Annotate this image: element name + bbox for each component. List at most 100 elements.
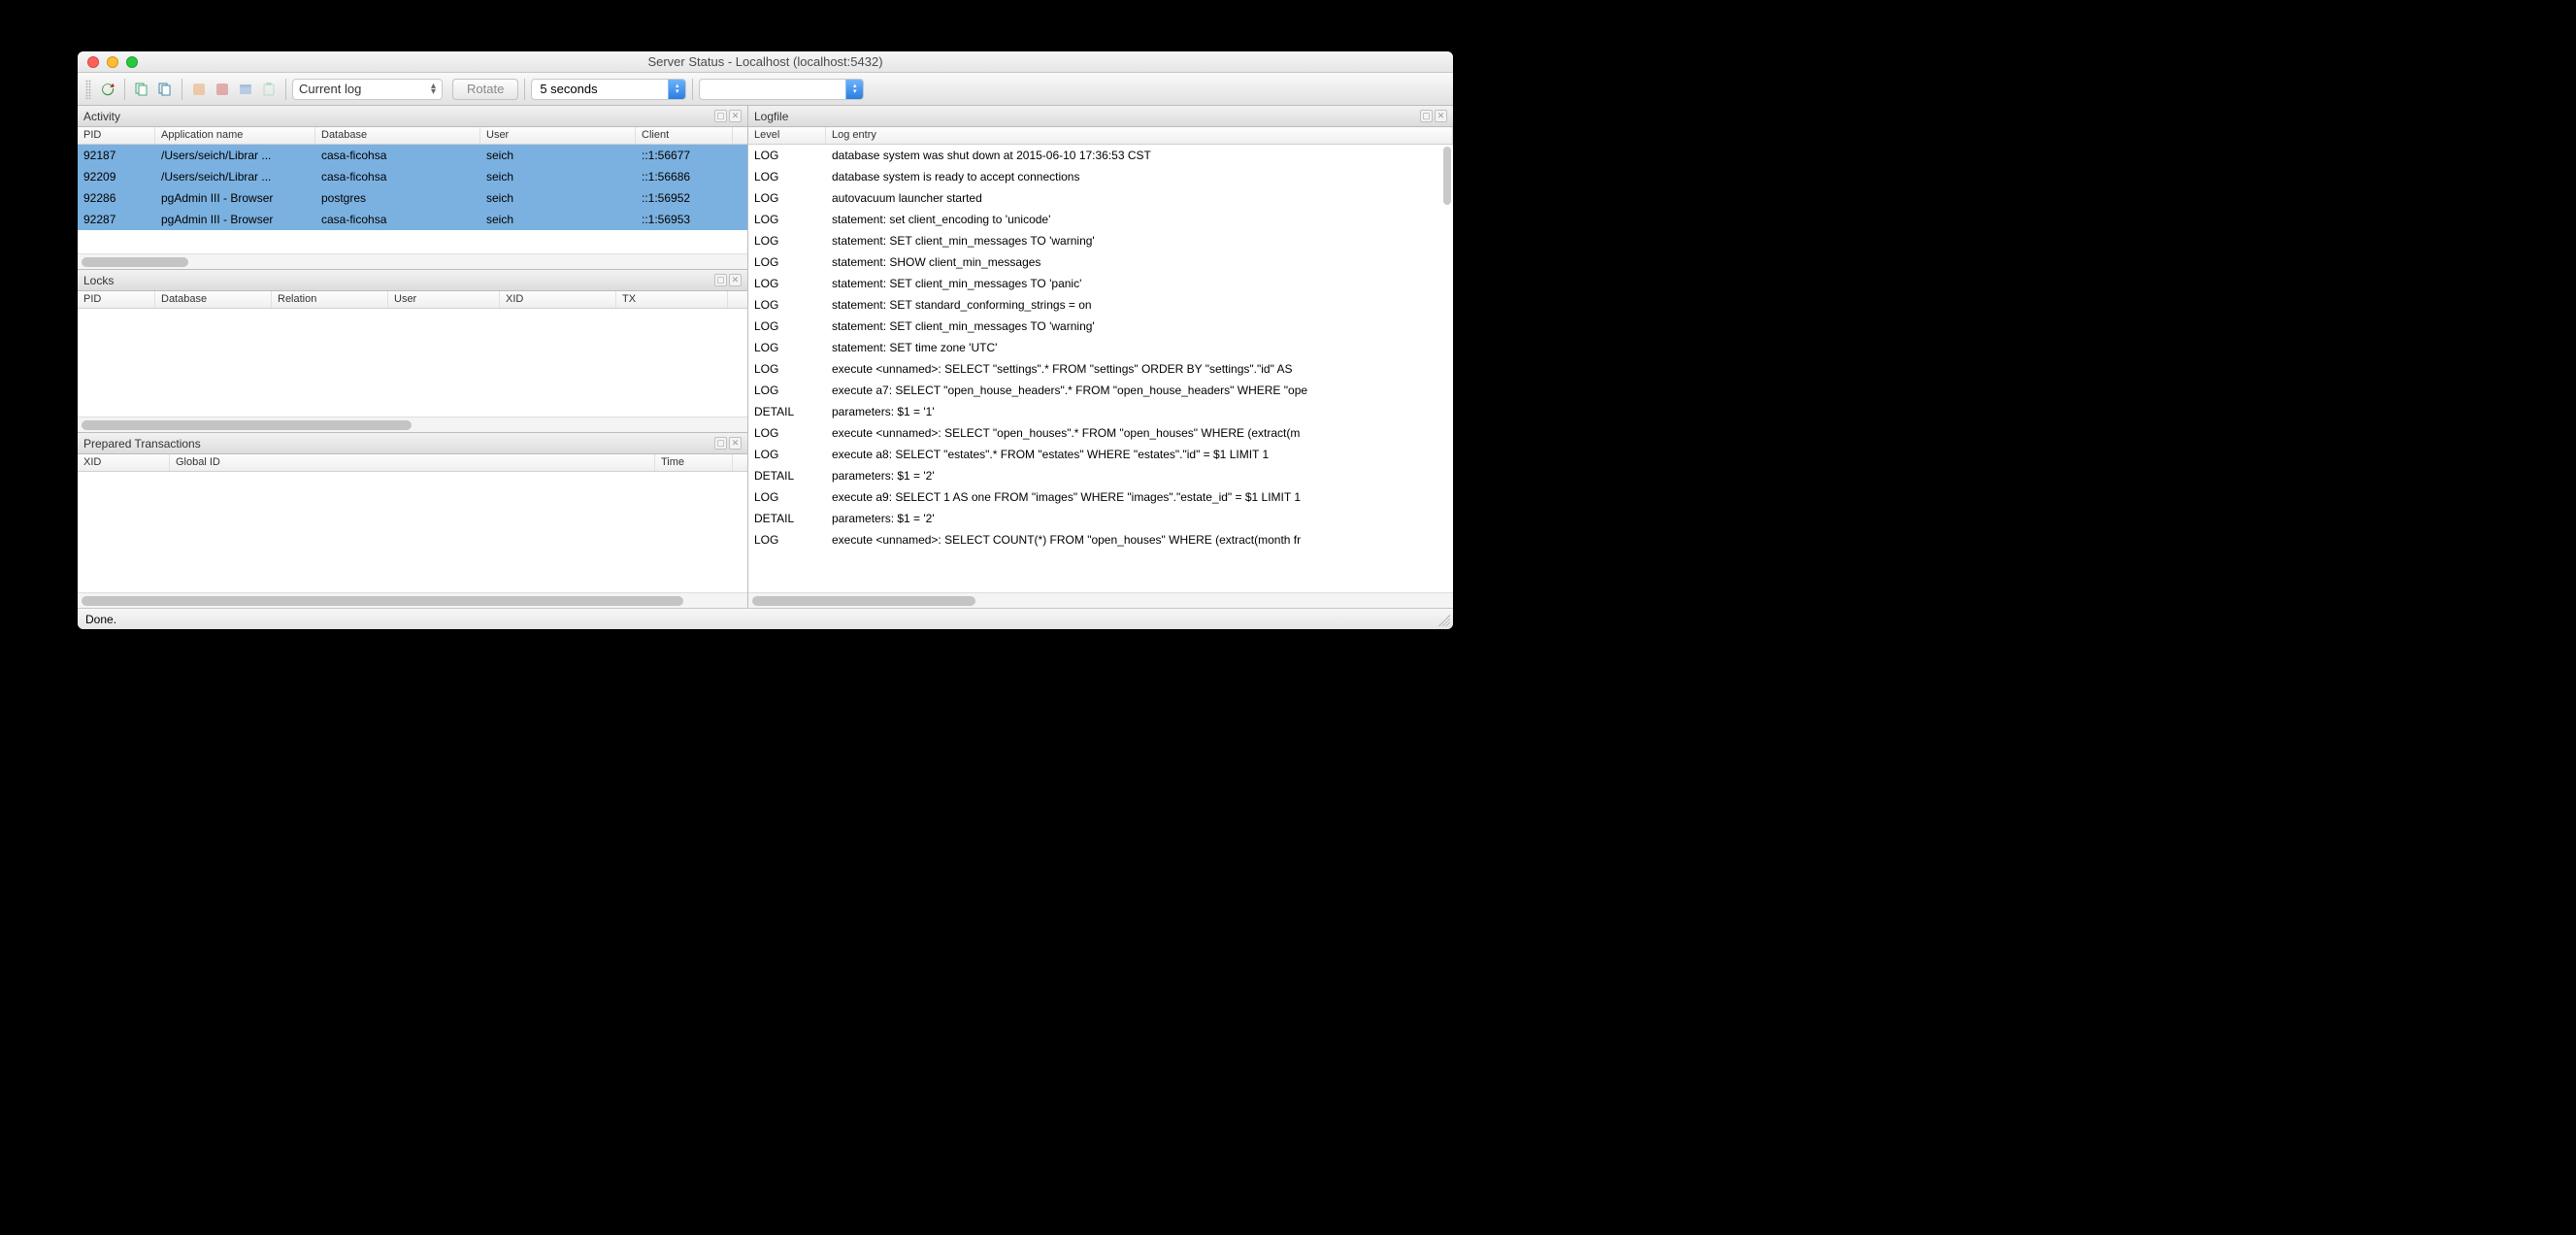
resize-grip-icon[interactable] <box>1438 615 1450 626</box>
prepared-columns[interactable]: XIDGlobal IDTime <box>78 454 747 472</box>
chevron-updown-icon <box>845 80 863 99</box>
column-header[interactable]: Level <box>748 127 826 144</box>
locks-columns[interactable]: PIDDatabaseRelationUserXIDTX <box>78 291 747 309</box>
rotate-button[interactable]: Rotate <box>452 79 518 100</box>
close-pane-icon[interactable]: ✕ <box>729 274 742 286</box>
log-entry: statement: SET time zone 'UTC' <box>826 339 1453 356</box>
prepared-header[interactable]: Prepared Transactions ▢ ✕ <box>78 433 747 454</box>
log-row[interactable]: LOGstatement: SET time zone 'UTC' <box>748 337 1453 358</box>
log-level: LOG <box>748 211 826 228</box>
column-header[interactable]: Log entry <box>826 127 1453 144</box>
log-row[interactable]: LOGexecute <unnamed>: SELECT "settings".… <box>748 358 1453 380</box>
commit-icon[interactable] <box>235 79 256 100</box>
terminate-icon[interactable] <box>212 79 233 100</box>
column-header[interactable]: User <box>388 291 500 308</box>
table-row[interactable]: 92187/Users/seich/Librar ...casa-ficohsa… <box>78 145 747 166</box>
column-header[interactable]: Database <box>155 291 272 308</box>
log-row[interactable]: LOGstatement: SET client_min_messages TO… <box>748 230 1453 251</box>
locks-header[interactable]: Locks ▢ ✕ <box>78 270 747 291</box>
locks-rows[interactable] <box>78 309 747 417</box>
column-header[interactable]: XID <box>500 291 616 308</box>
log-entry: parameters: $1 = '1' <box>826 403 1453 420</box>
logfile-hscroll[interactable] <box>748 592 1453 608</box>
table-row[interactable]: 92209/Users/seich/Librar ...casa-ficohsa… <box>78 166 747 187</box>
log-row[interactable]: DETAILparameters: $1 = '2' <box>748 465 1453 486</box>
log-row[interactable]: LOGdatabase system was shut down at 2015… <box>748 145 1453 166</box>
column-header[interactable]: Global ID <box>170 454 655 471</box>
toolbar-grip[interactable] <box>85 80 91 99</box>
log-row[interactable]: DETAILparameters: $1 = '2' <box>748 508 1453 529</box>
column-header[interactable]: XID <box>78 454 170 471</box>
log-row[interactable]: DETAILparameters: $1 = '1' <box>748 401 1453 422</box>
locks-pane: Locks ▢ ✕ PIDDatabaseRelationUserXIDTX <box>78 269 747 432</box>
prepared-scrollbar[interactable] <box>78 592 747 608</box>
close-pane-icon[interactable]: ✕ <box>729 437 742 450</box>
log-row[interactable]: LOGexecute a7: SELECT "open_house_header… <box>748 380 1453 401</box>
logfile-rows[interactable]: LOGdatabase system was shut down at 2015… <box>748 145 1453 592</box>
activity-scrollbar[interactable] <box>78 253 747 269</box>
log-row[interactable]: LOGstatement: SET standard_conforming_st… <box>748 294 1453 316</box>
log-row[interactable]: LOGexecute <unnamed>: SELECT COUNT(*) FR… <box>748 529 1453 551</box>
log-row[interactable]: LOGdatabase system is ready to accept co… <box>748 166 1453 187</box>
column-header[interactable]: PID <box>78 127 155 144</box>
maximize-pane-icon[interactable]: ▢ <box>714 274 727 286</box>
column-header[interactable]: TX <box>616 291 728 308</box>
chevron-updown-icon <box>668 80 685 99</box>
log-level: DETAIL <box>748 510 826 527</box>
log-entry: execute a9: SELECT 1 AS one FROM "images… <box>826 488 1453 506</box>
activity-columns[interactable]: PIDApplication nameDatabaseUserClient <box>78 127 747 145</box>
activity-rows[interactable]: 92187/Users/seich/Librar ...casa-ficohsa… <box>78 145 747 253</box>
log-row[interactable]: LOGexecute a8: SELECT "estates".* FROM "… <box>748 444 1453 465</box>
close-pane-icon[interactable]: ✕ <box>1435 110 1447 122</box>
column-header[interactable]: Client <box>636 127 733 144</box>
cell: 92209 <box>78 168 155 185</box>
column-header[interactable]: PID <box>78 291 155 308</box>
column-header[interactable]: User <box>480 127 636 144</box>
titlebar[interactable]: Server Status - Localhost (localhost:543… <box>78 51 1453 73</box>
prepared-rows[interactable] <box>78 472 747 592</box>
minimize-icon[interactable] <box>107 56 118 68</box>
log-entry: execute <unnamed>: SELECT "open_houses".… <box>826 424 1453 442</box>
log-entry: execute <unnamed>: SELECT "settings".* F… <box>826 360 1453 378</box>
logfile-columns[interactable]: Level Log entry <box>748 127 1453 145</box>
maximize-icon[interactable] <box>126 56 138 68</box>
locks-table: PIDDatabaseRelationUserXIDTX <box>78 291 747 432</box>
locks-scrollbar[interactable] <box>78 417 747 432</box>
column-header[interactable]: Application name <box>155 127 315 144</box>
log-selector[interactable]: Current log ▴▾ <box>292 79 443 100</box>
log-entry: execute <unnamed>: SELECT COUNT(*) FROM … <box>826 531 1453 549</box>
refresh-icon[interactable] <box>97 79 118 100</box>
content: Activity ▢ ✕ PIDApplication nameDatabase… <box>78 106 1453 608</box>
logfile-vscroll[interactable] <box>1443 147 1451 205</box>
close-icon[interactable] <box>87 56 99 68</box>
column-header[interactable]: Time <box>655 454 733 471</box>
refresh-interval-selector[interactable]: 5 seconds <box>531 79 686 100</box>
log-row[interactable]: LOGstatement: SET client_min_messages TO… <box>748 273 1453 294</box>
maximize-pane-icon[interactable]: ▢ <box>714 437 727 450</box>
column-header[interactable]: Database <box>315 127 480 144</box>
left-column: Activity ▢ ✕ PIDApplication nameDatabase… <box>78 106 748 608</box>
cell: casa-ficohsa <box>315 168 480 185</box>
maximize-pane-icon[interactable]: ▢ <box>714 110 727 122</box>
log-level: LOG <box>748 382 826 399</box>
log-row[interactable]: LOGautovacuum launcher started <box>748 187 1453 209</box>
column-header[interactable]: Relation <box>272 291 388 308</box>
log-row[interactable]: LOGexecute a9: SELECT 1 AS one FROM "ima… <box>748 486 1453 508</box>
copy-query-icon[interactable] <box>154 79 176 100</box>
log-level: LOG <box>748 446 826 463</box>
filter-selector[interactable] <box>699 79 864 100</box>
logfile-header[interactable]: Logfile ▢ ✕ <box>748 106 1453 127</box>
log-row[interactable]: LOGstatement: set client_encoding to 'un… <box>748 209 1453 230</box>
table-row[interactable]: 92286pgAdmin III - Browserpostgresseich:… <box>78 187 747 209</box>
close-pane-icon[interactable]: ✕ <box>729 110 742 122</box>
log-row[interactable]: LOGexecute <unnamed>: SELECT "open_house… <box>748 422 1453 444</box>
log-row[interactable]: LOGstatement: SET client_min_messages TO… <box>748 316 1453 337</box>
table-row[interactable]: 92287pgAdmin III - Browsercasa-ficohsase… <box>78 209 747 230</box>
logfile-title: Logfile <box>754 110 788 123</box>
copy-icon[interactable] <box>131 79 152 100</box>
rollback-icon[interactable] <box>258 79 280 100</box>
log-row[interactable]: LOGstatement: SHOW client_min_messages <box>748 251 1453 273</box>
activity-header[interactable]: Activity ▢ ✕ <box>78 106 747 127</box>
maximize-pane-icon[interactable]: ▢ <box>1420 110 1433 122</box>
cancel-query-icon[interactable] <box>188 79 210 100</box>
